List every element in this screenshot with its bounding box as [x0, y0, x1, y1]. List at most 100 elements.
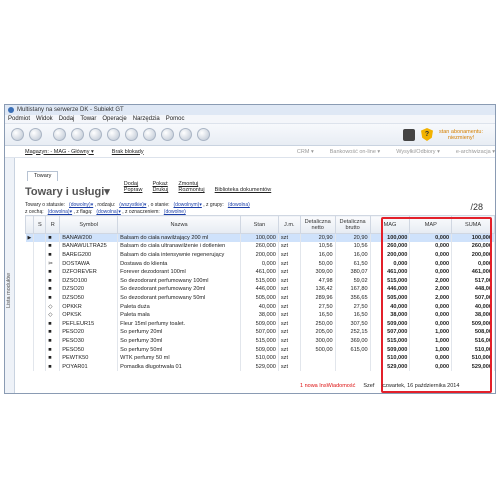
type-filter[interactable]: (wszystkie)▾ [119, 202, 146, 208]
shipping-menu[interactable]: Wysyłki/Odbiory ▾ [396, 149, 440, 155]
cell-stan: 461,000 [240, 267, 279, 277]
cell-nazwa: Fleur 15ml perfumy toalet. [117, 319, 241, 329]
menu-narzedzia[interactable]: Narzędzia [133, 116, 160, 122]
status-filter[interactable]: (dowolny)▾ [69, 202, 93, 208]
cell-symbol: PESO20 [59, 328, 119, 337]
cell-stan: 515,000 [240, 336, 279, 346]
cell-nazwa: Paleta duża [117, 302, 241, 311]
cell-s [33, 242, 47, 251]
cell-r: ■ [45, 362, 61, 371]
col-r[interactable]: R [45, 215, 61, 234]
forward-icon[interactable] [29, 128, 42, 141]
cell-brutto: 16,50 [335, 310, 371, 320]
settings-icon[interactable] [179, 128, 192, 141]
cell-jm: szt [278, 353, 301, 363]
cell-netto: 309,00 [300, 267, 336, 277]
cell-jm: szt [278, 328, 301, 337]
cell-r: ■ [45, 267, 61, 277]
shield-icon: ? [421, 128, 433, 141]
col-nazwa[interactable]: Nazwa [117, 215, 241, 234]
cell-s [33, 319, 47, 329]
cell-symbol: OPKKR [59, 302, 119, 311]
col-s[interactable]: S [33, 215, 47, 234]
cube-icon [403, 128, 415, 141]
cell-symbol: DZSO50 [59, 293, 119, 303]
document-library-link[interactable]: Biblioteka dokumentów [215, 187, 272, 193]
banking-menu[interactable]: Bankowość on-line ▾ [330, 149, 380, 155]
cell-r: ✂ [45, 259, 61, 268]
cell-r: ■ [45, 328, 61, 337]
back-icon[interactable] [11, 128, 24, 141]
cell-stan: 505,000 [240, 293, 279, 303]
menu-pomoc[interactable]: Pomoc [166, 116, 185, 122]
cell-stan: 200,000 [240, 250, 279, 260]
cell-s [33, 267, 47, 277]
menu-operacje[interactable]: Operacje [102, 116, 126, 122]
row-pointer [25, 250, 35, 260]
cell-nazwa: Paleta mała [117, 310, 241, 320]
new-message-notice[interactable]: 1 nowa InsWiadomość [300, 383, 355, 389]
archive-menu[interactable]: e-archiwizacja ▾ [456, 149, 495, 155]
toolbar: ? stan abonamentu: niezmieny! [5, 124, 495, 146]
highlight-frame [381, 217, 492, 393]
save-icon[interactable] [53, 128, 66, 141]
cell-brutto: 369,00 [335, 336, 371, 346]
menu-widok[interactable]: Widok [36, 116, 53, 122]
page-title[interactable]: Towary i usługi▾ [25, 185, 110, 198]
col-stan[interactable]: Stan [240, 215, 279, 234]
cell-stan: 38,000 [240, 310, 279, 320]
stock-filter[interactable]: (dowolnym)▾ [174, 202, 202, 208]
tab-towary[interactable]: Towary [27, 171, 59, 181]
cell-netto [300, 353, 336, 363]
menu-towar[interactable]: Towar [80, 116, 96, 122]
cell-symbol: OPKSK [59, 310, 119, 320]
cell-stan: 0,000 [240, 259, 279, 268]
cell-r: ◇ [45, 302, 61, 311]
menu-dodaj[interactable]: Dodaj [59, 116, 75, 122]
record-count: /28 [470, 202, 483, 212]
print-link[interactable]: Drukuj [152, 187, 168, 193]
cell-jm: szt [278, 276, 301, 286]
warehouse-selector[interactable]: Magazyn: - MAG - Główny ▾ [25, 149, 94, 155]
action-links: Dodaj Pokaż Zmontuj Popraw Drukuj Rozmon… [124, 181, 271, 193]
cut-icon[interactable] [71, 128, 84, 141]
sidebar-label: Lista modułów [6, 272, 12, 308]
cell-r: ◇ [45, 310, 61, 320]
col-detal-brutto[interactable]: Detaliczna brutto [334, 215, 371, 234]
cell-s [33, 259, 47, 268]
cell-netto: 50,00 [300, 259, 336, 268]
modules-sidebar[interactable]: Lista modułów [5, 158, 15, 393]
print-icon[interactable] [125, 128, 138, 141]
cell-s [33, 250, 47, 260]
col-detal-netto[interactable]: Detaliczna netto [299, 215, 336, 234]
group-filter[interactable]: (dowolna) [228, 202, 250, 208]
current-date: czwartek, 16 października 2014 [382, 383, 460, 389]
cell-symbol: DZSO20 [59, 285, 119, 294]
col-jm[interactable]: J.m. [277, 215, 301, 234]
subscription-status[interactable]: ? stan abonamentu: niezmieny! [403, 128, 485, 141]
cell-r: ■ [45, 276, 61, 286]
cell-s [33, 285, 47, 294]
preview-icon[interactable] [143, 128, 156, 141]
col-symbol[interactable]: Symbol [59, 215, 119, 234]
crm-menu[interactable]: CRM ▾ [297, 149, 314, 155]
cell-symbol: DZSO100 [59, 276, 119, 286]
cell-brutto: 10,56 [335, 242, 371, 251]
paste-icon[interactable] [107, 128, 120, 141]
cell-symbol: DOSTAWA [59, 259, 119, 268]
help-icon[interactable] [197, 128, 210, 141]
edit-link[interactable]: Popraw [124, 187, 143, 193]
window-title: Multistany na serwerze DK - Subiekt GT [17, 107, 124, 113]
copy-icon[interactable] [89, 128, 102, 141]
lock-status[interactable]: Brak blokady [112, 149, 144, 155]
menu-podmiot[interactable]: Podmiot [8, 116, 30, 122]
row-pointer [25, 353, 35, 363]
cell-s [33, 233, 47, 243]
export-icon[interactable] [161, 128, 174, 141]
cell-brutto: 307,50 [335, 319, 371, 329]
menu-bar: Podmiot Widok Dodaj Towar Operacje Narzę… [5, 115, 495, 124]
disassemble-link[interactable]: Rozmontuj [178, 187, 204, 193]
cell-brutto [335, 362, 371, 371]
cell-r: ■ [45, 285, 61, 294]
cell-stan: 510,000 [240, 353, 279, 363]
